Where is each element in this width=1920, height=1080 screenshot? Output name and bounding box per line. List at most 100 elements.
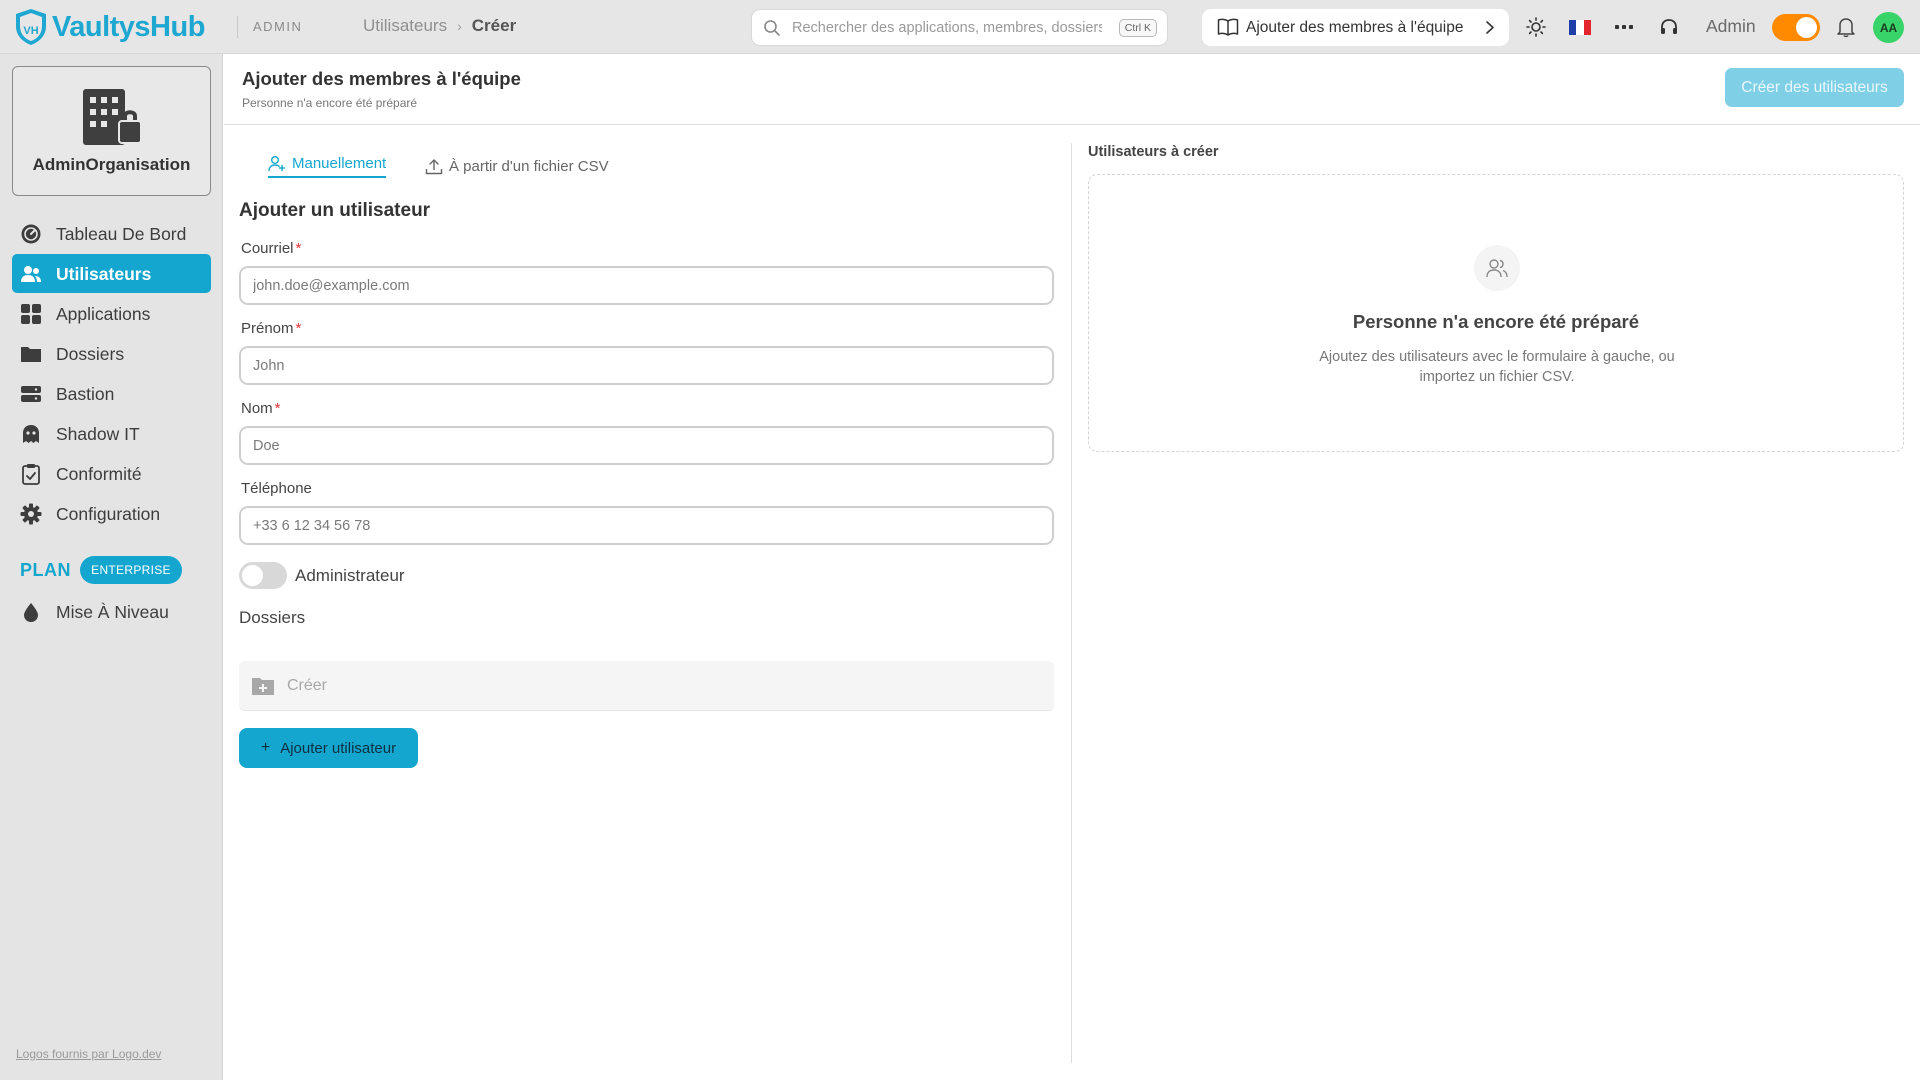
- theme-toggle-button[interactable]: [1524, 15, 1548, 39]
- phone-field[interactable]: [239, 506, 1054, 545]
- plan-label: PLAN: [20, 560, 71, 580]
- app-logo[interactable]: VH VaultysHub: [14, 8, 205, 46]
- headset-icon: [1661, 19, 1677, 34]
- folder-plus-icon: [252, 678, 274, 695]
- svg-text:VH: VH: [23, 25, 38, 37]
- dots-horizontal-icon: [1615, 25, 1633, 29]
- administrator-toggle[interactable]: [239, 562, 287, 589]
- guide-button[interactable]: Ajouter des membres à l'équipe: [1202, 9, 1509, 46]
- divider: [237, 16, 238, 38]
- email-label: Courriel *: [241, 240, 301, 257]
- folder-icon: [21, 347, 41, 362]
- admin-mode-toggle[interactable]: [1772, 14, 1820, 41]
- apps-grid-icon: [21, 304, 41, 324]
- tab-manual[interactable]: Manuellement: [268, 152, 387, 178]
- create-folder-button[interactable]: Créer: [239, 661, 1054, 711]
- users-icon: [21, 266, 41, 282]
- guide-label: Ajouter des membres à l'équipe: [1246, 19, 1464, 36]
- sidebar-item-dashboard[interactable]: Tableau De Bord: [12, 214, 211, 253]
- create-folder-label: Créer: [287, 677, 328, 694]
- drop-icon: [24, 603, 38, 622]
- tab-label: À partir d'un fichier CSV: [449, 157, 609, 175]
- plan-badge: ENTERPRISE: [80, 556, 182, 584]
- gear-icon: [20, 503, 42, 525]
- sidebar: AdminOrganisation Tableau De Bord Utilis…: [0, 54, 223, 1080]
- email-field[interactable]: [239, 266, 1054, 305]
- email-label-text: Courriel: [241, 240, 294, 257]
- organization-name: AdminOrganisation: [32, 155, 191, 174]
- lastname-label: Nom *: [241, 400, 281, 417]
- sidebar-item-label: Conformité: [56, 464, 142, 484]
- search-input[interactable]: [792, 16, 1102, 40]
- phone-label: Téléphone: [241, 480, 312, 497]
- breadcrumb-parent-link[interactable]: Utilisateurs: [363, 16, 447, 36]
- firstname-field[interactable]: [239, 346, 1054, 385]
- tab-csv[interactable]: À partir d'un fichier CSV: [425, 152, 609, 180]
- firstname-label-text: Prénom: [241, 320, 294, 337]
- page-header: Ajouter des membres à l'équipe Personne …: [224, 54, 1920, 125]
- column-divider: [1071, 143, 1072, 1063]
- sidebar-item-label: Configuration: [56, 504, 161, 524]
- upload-icon: [425, 158, 443, 174]
- support-button[interactable]: [1657, 15, 1681, 39]
- user-plus-icon: [268, 155, 285, 171]
- sidebar-item-label: Shadow IT: [56, 424, 140, 444]
- lastname-label-text: Nom: [241, 400, 273, 417]
- ghost-icon: [23, 425, 39, 443]
- phone-label-text: Téléphone: [241, 480, 312, 497]
- sun-icon: [1526, 17, 1546, 37]
- users-panel-title: Utilisateurs à créer: [1088, 144, 1219, 160]
- breadcrumb-current: Créer: [471, 16, 517, 35]
- section-tag: ADMIN: [253, 19, 303, 34]
- clipboard-check-icon: [22, 464, 40, 485]
- plus-icon: +: [260, 739, 271, 756]
- top-bar: VH VaultysHub ADMIN Utilisateurs › Créer…: [0, 0, 1920, 54]
- sidebar-item-folders[interactable]: Dossiers: [12, 334, 211, 373]
- page-subtitle: Personne n'a encore été préparé: [242, 96, 418, 110]
- sidebar-item-label: Bastion: [56, 384, 115, 404]
- required-marker: *: [295, 320, 302, 337]
- sidebar-item-label: Dossiers: [56, 344, 125, 364]
- sidebar-item-label: Applications: [56, 304, 151, 324]
- empty-state: Personne n'a encore été préparé Ajoutez …: [1088, 174, 1904, 452]
- language-selector[interactable]: [1568, 15, 1592, 39]
- folders-label: Dossiers: [239, 608, 306, 627]
- logos-credit-link[interactable]: Logos fournis par Logo.dev: [16, 1047, 161, 1061]
- form-title: Ajouter un utilisateur: [239, 200, 431, 221]
- chevron-right-icon: [1486, 21, 1494, 34]
- global-search[interactable]: Ctrl K: [751, 9, 1168, 46]
- sidebar-item-configuration[interactable]: Configuration: [12, 494, 211, 533]
- sidebar-item-bastion[interactable]: Bastion: [12, 374, 211, 413]
- shield-logo-icon: VH: [16, 9, 46, 45]
- empty-state-title: Personne n'a encore été préparé: [1352, 311, 1640, 332]
- create-users-button[interactable]: Créer des utilisateurs: [1725, 68, 1904, 107]
- add-user-button[interactable]: + Ajouter utilisateur: [239, 728, 418, 768]
- search-icon: [764, 20, 780, 36]
- french-flag-icon: [1569, 19, 1591, 35]
- building-lock-icon: [83, 89, 142, 145]
- more-menu-button[interactable]: [1612, 15, 1636, 39]
- sidebar-item-applications[interactable]: Applications: [12, 294, 211, 333]
- sidebar-item-shadow-it[interactable]: Shadow IT: [12, 414, 211, 453]
- administrator-toggle-label: Administrateur: [295, 566, 405, 585]
- notifications-button[interactable]: [1834, 15, 1858, 39]
- users-icon: [1486, 259, 1508, 278]
- sidebar-item-label: Utilisateurs: [56, 264, 152, 284]
- firstname-label: Prénom *: [241, 320, 301, 337]
- user-avatar[interactable]: AA: [1873, 12, 1904, 43]
- empty-state-description: Ajoutez des utilisateurs avec le formula…: [1319, 349, 1675, 385]
- required-marker: *: [295, 240, 302, 257]
- sidebar-item-compliance[interactable]: Conformité: [12, 454, 211, 493]
- search-shortcut-badge: Ctrl K: [1118, 19, 1157, 37]
- breadcrumb-separator: ›: [457, 18, 462, 34]
- book-open-icon: [1217, 18, 1239, 36]
- sidebar-item-upgrade[interactable]: Mise À Niveau: [12, 592, 211, 631]
- page-title: Ajouter des membres à l'équipe: [242, 68, 521, 89]
- sidebar-item-label: Tableau De Bord: [56, 224, 187, 244]
- organization-card[interactable]: AdminOrganisation: [12, 66, 211, 196]
- add-user-label: Ajouter utilisateur: [280, 739, 397, 757]
- sidebar-item-label: Mise À Niveau: [56, 602, 169, 622]
- empty-state-icon-wrap: [1474, 245, 1520, 291]
- sidebar-item-users[interactable]: Utilisateurs: [12, 254, 211, 293]
- lastname-field[interactable]: [239, 426, 1054, 465]
